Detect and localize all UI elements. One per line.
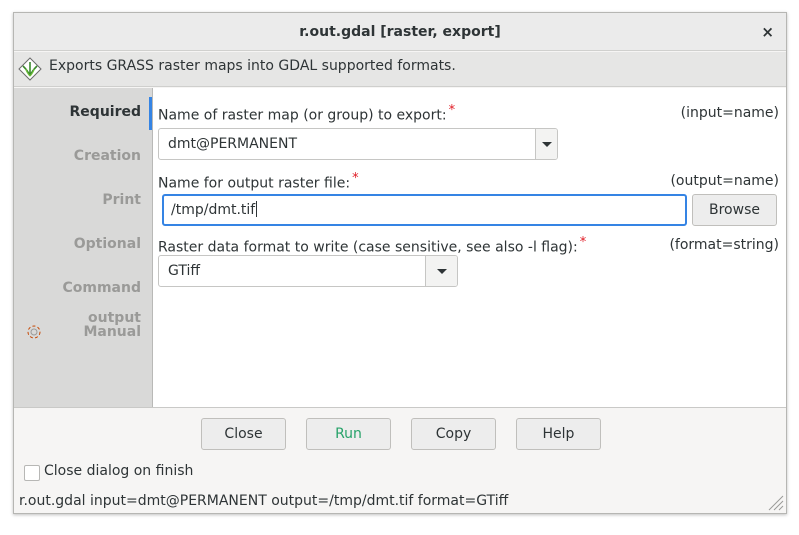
chevron-down-icon: [436, 269, 447, 274]
output-param-hint: (output=name): [670, 173, 779, 189]
resize-grip-icon[interactable]: [764, 491, 784, 511]
format-value[interactable]: GTiff: [168, 256, 200, 286]
active-tab-indicator: [149, 97, 152, 130]
run-button[interactable]: Run: [306, 418, 391, 450]
grass-logo-icon: [18, 57, 42, 81]
chevron-down-icon: [541, 142, 552, 147]
input-param-hint: (input=name): [680, 105, 779, 121]
window-close-icon[interactable]: ×: [761, 13, 774, 51]
text-caret: [256, 201, 258, 217]
window-title: r.out.gdal [raster, export]: [299, 24, 501, 40]
required-marker: *: [448, 103, 456, 118]
required-marker: *: [579, 235, 587, 250]
tab-print[interactable]: Print: [13, 185, 141, 215]
tab-optional[interactable]: Optional: [13, 229, 141, 259]
tab-manual[interactable]: Manual: [13, 317, 141, 347]
module-description-bar: Exports GRASS raster maps into GDAL supp…: [14, 52, 786, 87]
lifebuoy-icon: [27, 325, 41, 339]
format-param-hint: (format=string): [669, 237, 779, 253]
input-map-value[interactable]: dmt@PERMANENT: [168, 129, 297, 159]
close-on-finish-label[interactable]: Close dialog on finish: [44, 463, 193, 479]
help-button[interactable]: Help: [516, 418, 601, 450]
output-file-text: /tmp/dmt.tif: [171, 202, 256, 218]
format-dropdown-button[interactable]: [425, 256, 457, 286]
output-file-input[interactable]: /tmp/dmt.tif: [162, 194, 687, 226]
output-file-value[interactable]: /tmp/dmt.tif: [171, 196, 258, 224]
output-label: Name for output raster file: *: [158, 171, 359, 192]
dialog-window: r.out.gdal [raster, export] × Exports GR…: [13, 12, 787, 514]
output-label-text: Name for output raster file:: [158, 175, 351, 192]
required-panel: Name of raster map (or group) to export:…: [153, 88, 786, 407]
tab-required[interactable]: Required: [13, 97, 141, 127]
input-label: Name of raster map (or group) to export:…: [158, 103, 455, 124]
tab-command-output[interactable]: Command output: [13, 273, 141, 326]
input-map-combobox[interactable]: dmt@PERMANENT: [158, 128, 558, 160]
close-button[interactable]: Close: [201, 418, 286, 450]
title-bar[interactable]: r.out.gdal [raster, export] ×: [14, 13, 786, 51]
input-label-text: Name of raster map (or group) to export:: [158, 107, 447, 124]
command-preview: r.out.gdal input=dmt@PERMANENT output=/t…: [19, 493, 509, 509]
browse-button[interactable]: Browse: [692, 194, 777, 226]
format-label: Raster data format to write (case sensit…: [158, 235, 586, 256]
format-label-text: Raster data format to write (case sensit…: [158, 239, 578, 256]
close-on-finish-checkbox[interactable]: [24, 465, 40, 481]
copy-button[interactable]: Copy: [411, 418, 496, 450]
required-marker: *: [352, 171, 359, 186]
tab-manual-label: Manual: [83, 324, 141, 340]
sidebar-tabs: Required Creation Print Optional Command…: [14, 88, 153, 407]
format-combobox[interactable]: GTiff: [158, 255, 458, 287]
tab-creation[interactable]: Creation: [13, 141, 141, 171]
module-description: Exports GRASS raster maps into GDAL supp…: [49, 58, 456, 74]
action-buttons: Close Run Copy Help: [14, 407, 786, 459]
input-map-dropdown-button[interactable]: [535, 129, 557, 159]
